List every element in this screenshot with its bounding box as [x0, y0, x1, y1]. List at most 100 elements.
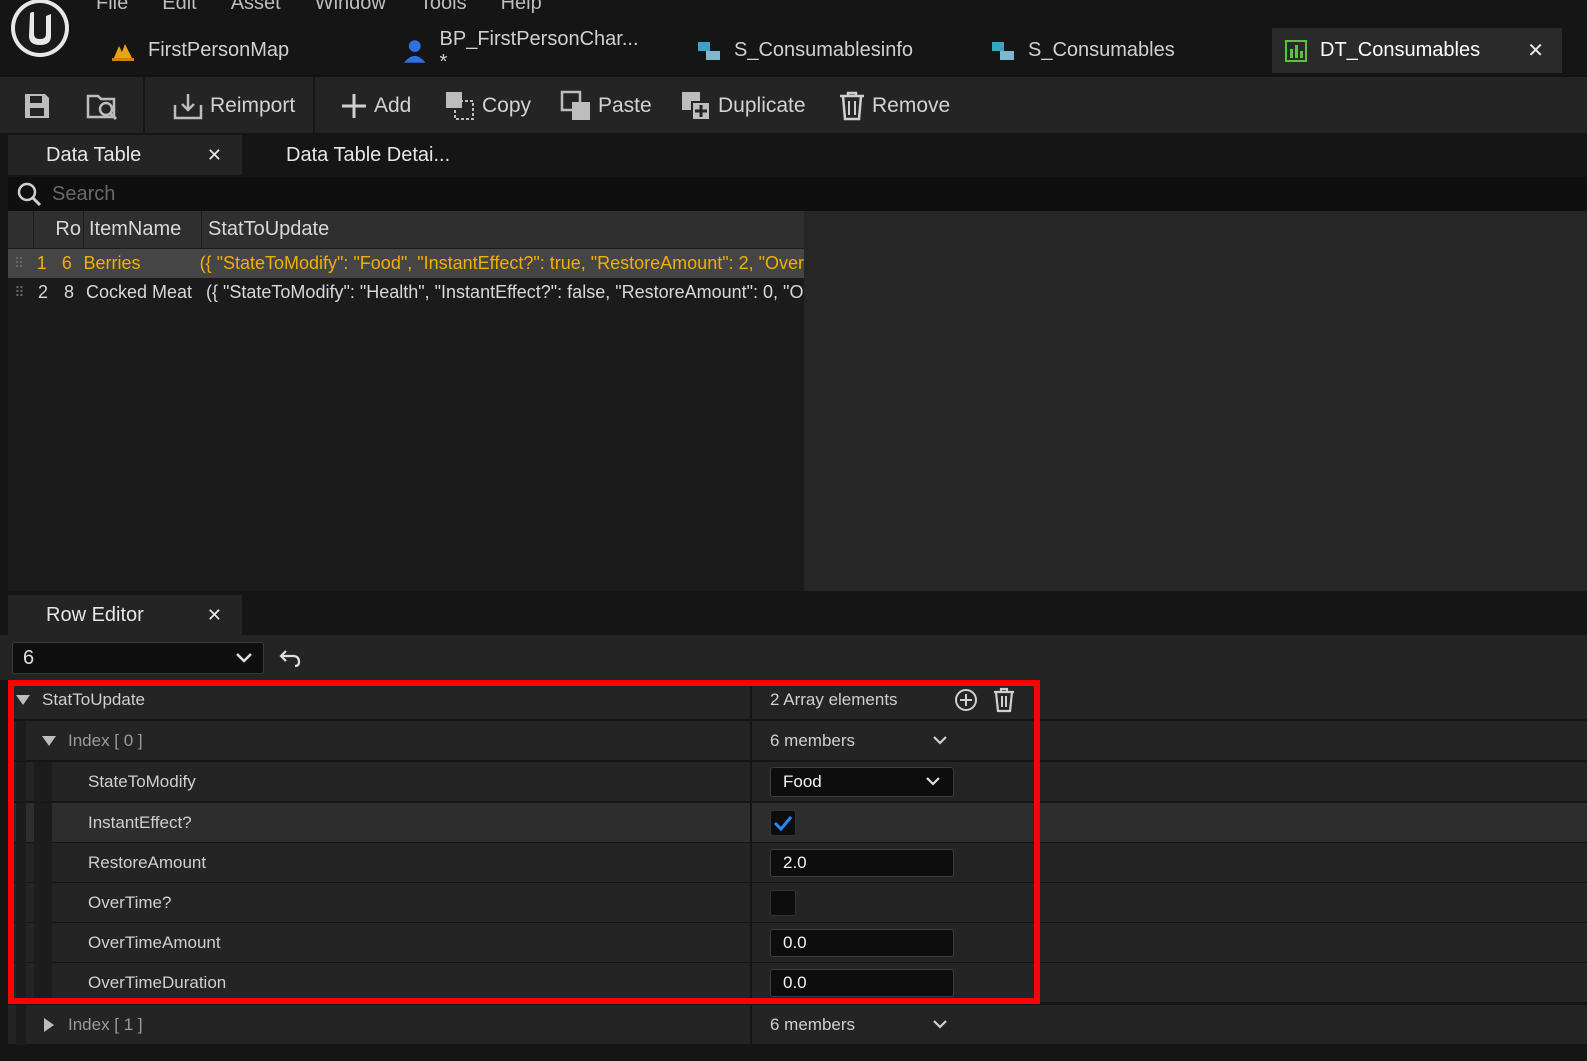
restore-amount-field[interactable]: 2.0: [770, 849, 954, 877]
close-icon[interactable]: ✕: [207, 605, 222, 626]
column-divider: [750, 843, 752, 883]
over-time-amount-field[interactable]: 0.0: [770, 929, 954, 957]
field-value: 0.0: [783, 933, 807, 952]
add-button[interactable]: Add: [340, 77, 411, 135]
indent-guide: [16, 803, 26, 843]
indent-guide: [34, 923, 52, 963]
row-name-value: 6: [23, 646, 35, 669]
column-header-stattoupdate[interactable]: StatToUpdate: [202, 211, 804, 248]
column-divider: [750, 963, 752, 1003]
map-icon: [112, 43, 134, 61]
expand-index-1[interactable]: Index [ 1 ]: [44, 1005, 143, 1045]
save-button[interactable]: [22, 77, 52, 135]
reimport-label: Reimport: [210, 94, 296, 117]
chevron-down-icon: [933, 1020, 947, 1029]
over-time-checkbox[interactable]: [770, 890, 796, 916]
tab-s-consumables[interactable]: S_Consumables: [978, 28, 1248, 73]
tab-dt-consumables[interactable]: DT_Consumables ✕: [1272, 28, 1562, 73]
property-label: StatToUpdate: [42, 690, 146, 709]
property-row-index-1: Index [ 1 ] 6 members: [8, 1005, 1587, 1045]
row-stat-to-update: ({ "StateToModify": "Health", "InstantEf…: [206, 282, 804, 302]
dropdown-value: Food: [783, 772, 822, 791]
column-header-row[interactable]: Ro: [34, 211, 84, 248]
menu-asset[interactable]: Asset: [231, 0, 281, 14]
row-name: 8: [63, 282, 74, 302]
close-icon[interactable]: ✕: [207, 145, 222, 166]
add-element-icon[interactable]: [954, 688, 978, 712]
over-time-duration-field[interactable]: 0.0: [770, 969, 954, 997]
tab-firstpersonmap[interactable]: FirstPersonMap: [98, 28, 358, 73]
menu-tools[interactable]: Tools: [420, 0, 467, 14]
header-label: ItemName: [89, 218, 182, 240]
expand-index-0[interactable]: Index [ 0 ]: [42, 721, 143, 761]
indent-guide: [16, 762, 26, 802]
property-label: OverTime?: [88, 893, 172, 912]
triangle-down-icon: [42, 736, 56, 746]
browse-button[interactable]: [86, 77, 120, 135]
indent-guide: [16, 1005, 26, 1045]
column-divider: [750, 1005, 752, 1045]
toolbar-separator: [143, 77, 145, 135]
indent-guide: [16, 883, 26, 923]
tab-data-table-details[interactable]: Data Table Detai...: [286, 135, 450, 175]
property-label: Index [ 0 ]: [68, 731, 143, 750]
reimport-icon: [173, 94, 203, 120]
column-divider: [750, 803, 752, 843]
tab-row-editor[interactable]: Row Editor ✕: [8, 595, 242, 635]
unreal-logo-icon[interactable]: [8, 0, 72, 60]
property-label: StateToModify: [88, 772, 196, 791]
property-value: 2 Array elements: [770, 680, 898, 720]
paste-button[interactable]: Paste: [560, 77, 652, 135]
property-row-instanteffect: InstantEffect?: [8, 803, 1587, 843]
duplicate-label: Duplicate: [718, 94, 806, 117]
members-dropdown[interactable]: 6 members: [770, 1005, 948, 1045]
column-header-itemname[interactable]: ItemName: [84, 211, 202, 248]
row-name-dropdown[interactable]: 6: [12, 642, 264, 674]
paste-icon: [560, 90, 590, 120]
expand-group[interactable]: StatToUpdate: [16, 680, 145, 720]
copy-button[interactable]: Copy: [444, 77, 531, 135]
tab-label: Row Editor: [46, 603, 144, 626]
column-divider: [750, 923, 752, 963]
tab-data-table[interactable]: Data Table ✕: [8, 135, 242, 175]
tab-label: Data Table Detai...: [286, 143, 451, 166]
reimport-button[interactable]: Reimport: [172, 77, 295, 135]
drag-handle-icon[interactable]: ⠿: [8, 255, 29, 272]
duplicate-icon: [682, 92, 711, 121]
column-divider: [750, 762, 752, 802]
remove-button[interactable]: Remove: [838, 77, 950, 135]
members-dropdown[interactable]: 6 members: [770, 721, 948, 761]
tab-s-consumablesinfo[interactable]: S_Consumablesinfo: [684, 28, 954, 73]
property-label: Index [ 1 ]: [68, 1015, 143, 1034]
tab-label: S_Consumables: [1028, 39, 1175, 61]
tab-label: S_Consumablesinfo: [734, 39, 913, 61]
reset-arrow-icon[interactable]: [278, 646, 302, 670]
state-to-modify-dropdown[interactable]: Food: [770, 767, 954, 797]
close-icon[interactable]: ✕: [1527, 38, 1544, 63]
row-name: 6: [61, 253, 72, 273]
paste-label: Paste: [598, 94, 652, 117]
instant-effect-checkbox[interactable]: [770, 810, 796, 836]
column-divider: [750, 883, 752, 923]
property-row-index-0: Index [ 0 ] 6 members: [8, 721, 1587, 761]
row-index: 1: [36, 253, 47, 273]
table-header: Ro ItemName StatToUpdate: [8, 211, 804, 248]
search-icon: [17, 182, 42, 207]
duplicate-button[interactable]: Duplicate: [680, 77, 806, 135]
tab-label: FirstPersonMap: [148, 39, 290, 61]
main-menu: File Edit Asset Window Tools Help: [96, 0, 542, 14]
table-row[interactable]: ⠿ 2 8 Cocked Meat ({ "StateToModify": "H…: [8, 278, 804, 307]
add-label: Add: [374, 94, 412, 117]
search-input[interactable]: Search: [8, 177, 1587, 211]
trash-icon[interactable]: [992, 687, 1016, 713]
datatable-icon: [1285, 39, 1307, 62]
table-row[interactable]: ⠿ 1 6 Berries ({ "StateToModify": "Food"…: [8, 249, 804, 278]
menu-edit[interactable]: Edit: [162, 0, 196, 14]
menu-window[interactable]: Window: [315, 0, 386, 14]
drag-handle-icon[interactable]: ⠿: [8, 284, 30, 301]
indent-guide: [34, 803, 52, 843]
menu-help[interactable]: Help: [501, 0, 542, 14]
indent-guide: [16, 923, 26, 963]
menu-file[interactable]: File: [96, 0, 128, 14]
tab-bp-firstpersoncharacter[interactable]: BP_FirstPersonChar... *: [390, 28, 660, 73]
